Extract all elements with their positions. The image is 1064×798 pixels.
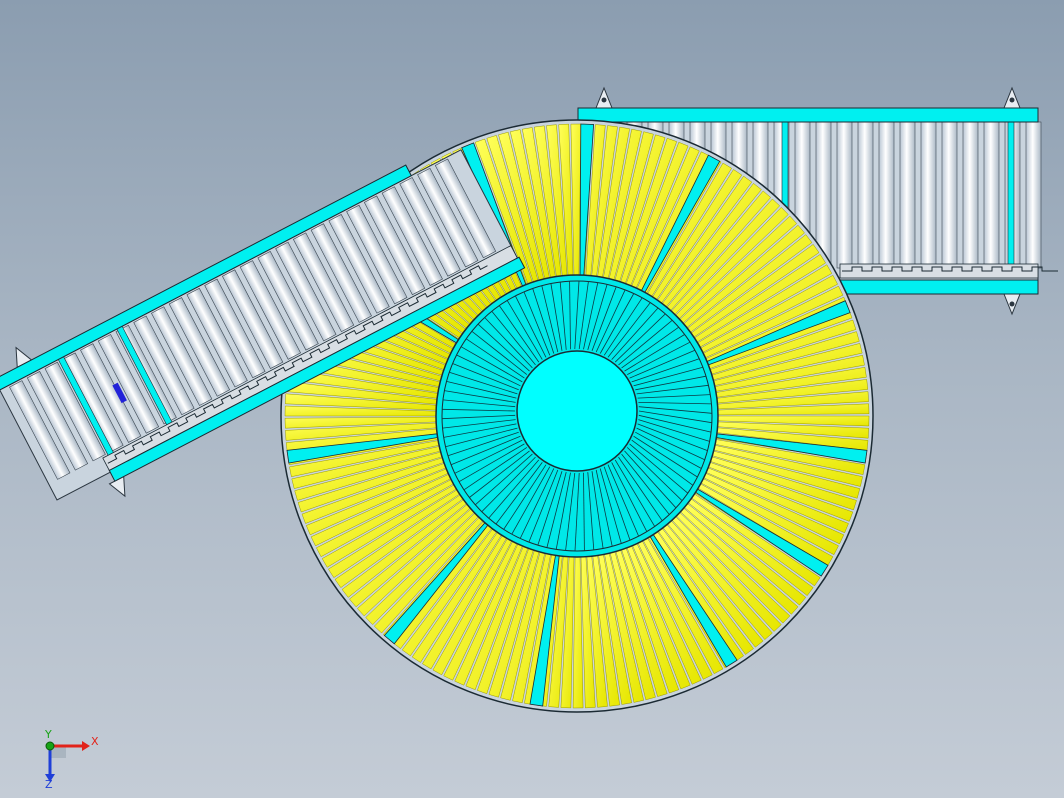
roller (983, 121, 1000, 269)
roller (1025, 121, 1042, 269)
roller (962, 121, 979, 269)
roller (836, 121, 853, 269)
roller (941, 121, 958, 269)
cad-viewport[interactable] (0, 0, 1064, 798)
roller (899, 121, 916, 269)
mount-lug (108, 475, 126, 498)
roller (857, 121, 874, 269)
hub (516, 350, 638, 472)
y-axis-label: Y (44, 728, 52, 741)
roller (878, 121, 895, 269)
axis-triad: X Y Z (44, 728, 99, 788)
z-axis-label: Z (45, 778, 53, 788)
x-axis-label: X (91, 735, 99, 748)
cross-bar (1007, 121, 1015, 273)
side-frame (577, 107, 1039, 123)
side-frame (839, 279, 1039, 295)
roller (920, 121, 937, 269)
